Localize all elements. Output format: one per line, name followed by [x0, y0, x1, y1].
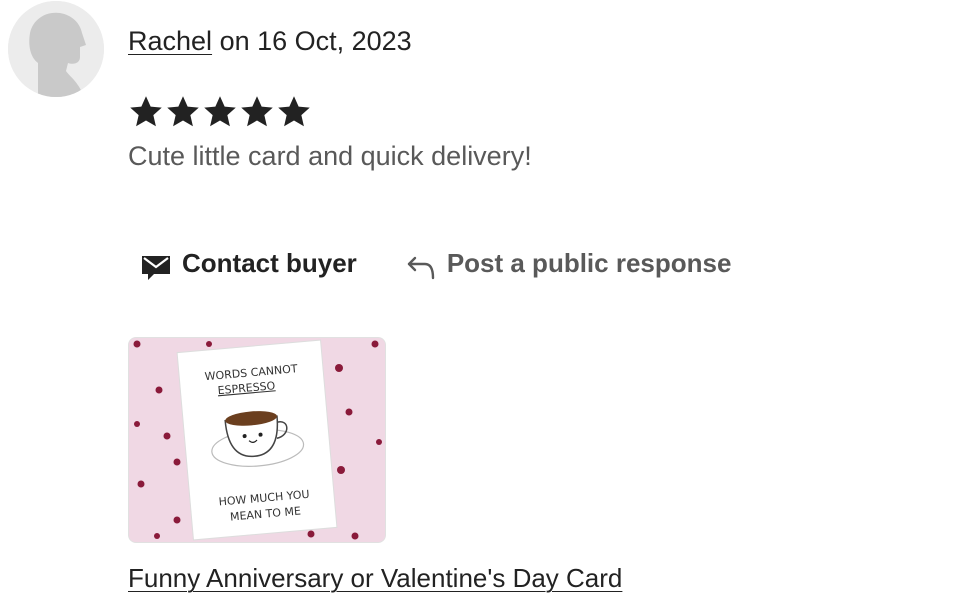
listing-image: WORDS CANNOT ESPRESSO HOW MUCH YOU MEAN … — [129, 338, 385, 542]
review-date: on 16 Oct, 2023 — [219, 26, 412, 56]
star-icon — [130, 96, 162, 127]
reviewer-avatar — [8, 1, 104, 97]
star-icon — [204, 96, 236, 127]
reply-arrow-icon — [407, 256, 435, 280]
star-icon — [167, 96, 199, 127]
post-public-response-label: Post a public response — [446, 247, 732, 278]
listing-title-link[interactable]: Funny Anniversary or Valentine's Day Car… — [128, 563, 622, 594]
star-icon — [241, 96, 273, 127]
listing-thumbnail[interactable]: WORDS CANNOT ESPRESSO HOW MUCH YOU MEAN … — [128, 337, 386, 543]
review-actions: Contact buyer Post a public response — [140, 244, 731, 282]
review-header: Rachel on 16 Oct, 2023 — [128, 26, 412, 57]
review-text: Cute little card and quick delivery! — [128, 141, 532, 171]
default-avatar-silhouette-icon — [8, 1, 104, 97]
envelope-icon — [142, 256, 170, 280]
post-public-response-button[interactable]: Post a public response — [405, 244, 732, 282]
star-icon — [278, 96, 310, 127]
contact-buyer-button[interactable]: Contact buyer — [140, 244, 357, 282]
star-rating — [128, 94, 312, 130]
greeting-card: WORDS CANNOT ESPRESSO HOW MUCH YOU MEAN … — [176, 339, 338, 541]
reviewer-name-link[interactable]: Rachel — [128, 26, 212, 56]
contact-buyer-label: Contact buyer — [182, 247, 357, 278]
